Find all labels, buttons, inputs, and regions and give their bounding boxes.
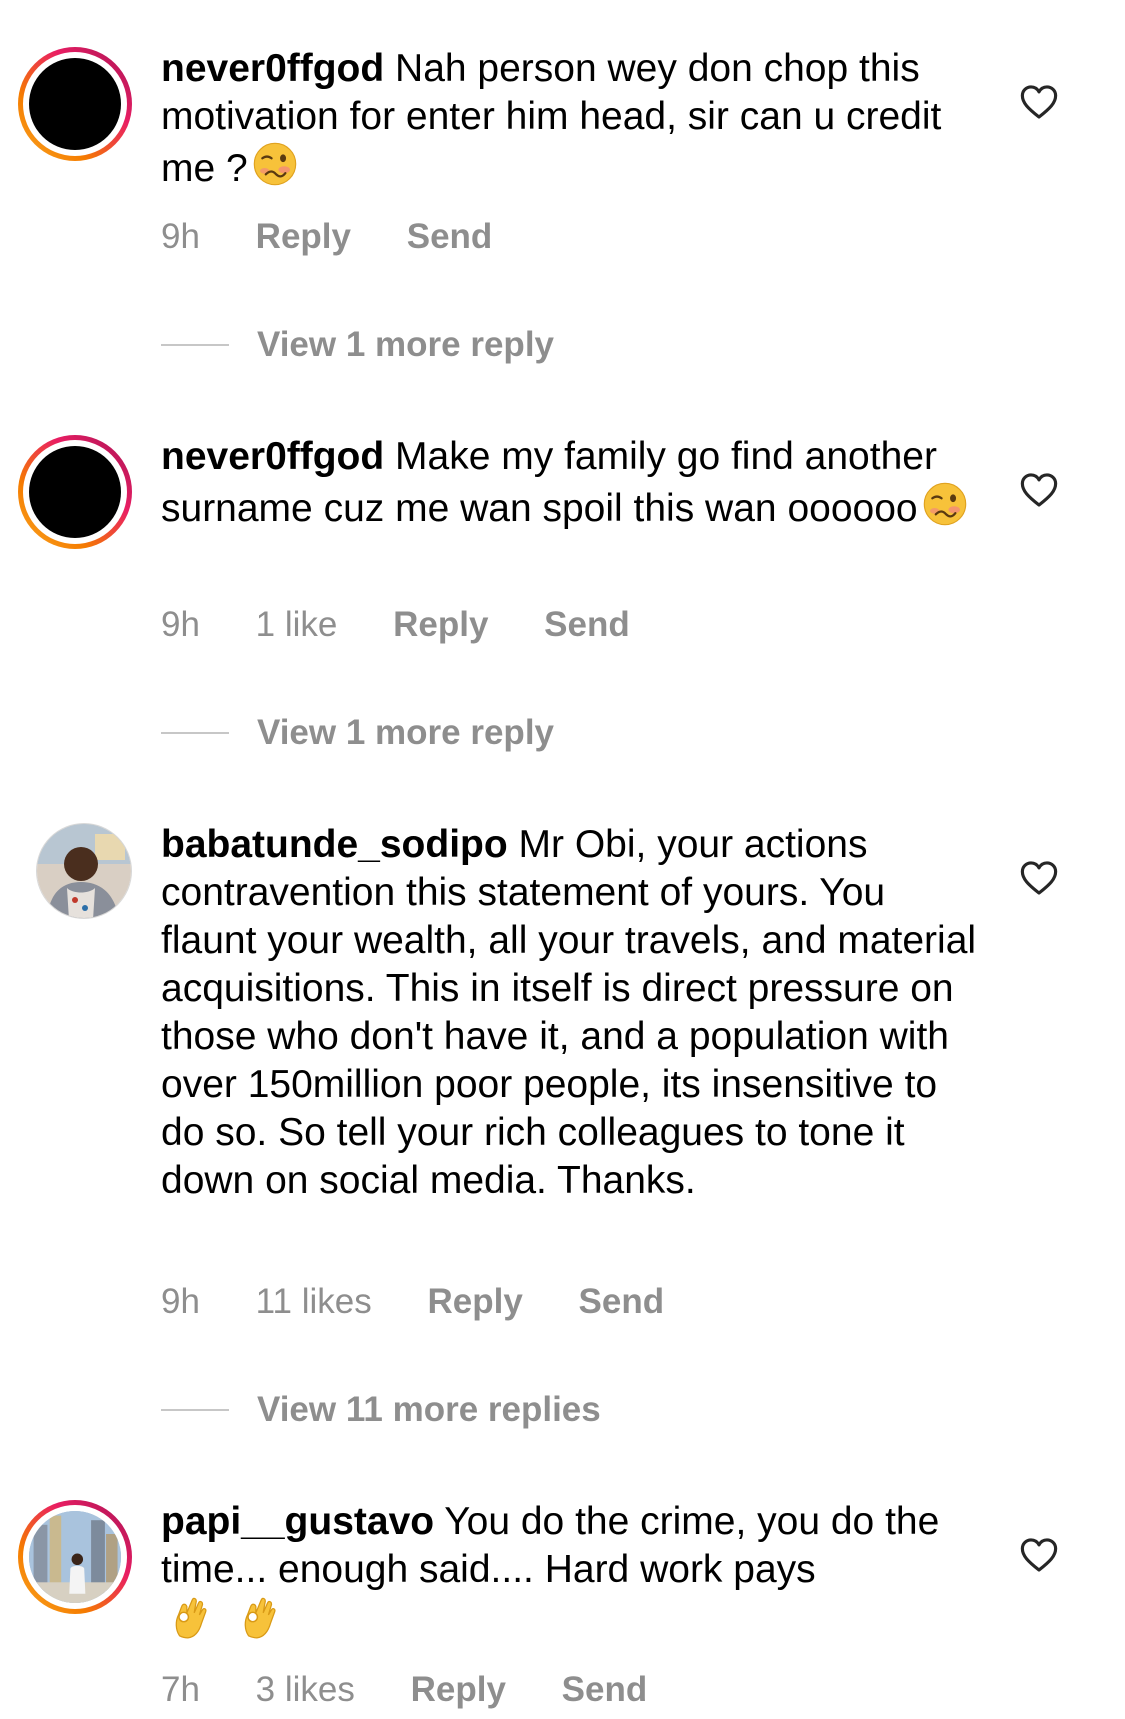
avatar-ring-gap (23, 440, 127, 544)
avatar[interactable] (18, 435, 132, 549)
comment-likes[interactable]: 11 likes (256, 1282, 372, 1321)
view-more-divider (161, 732, 229, 734)
comment-likes[interactable]: 1 like (256, 605, 338, 644)
woozy-face-emoji-icon (252, 141, 298, 187)
view-more-replies[interactable]: View 1 more reply (161, 711, 554, 755)
comment-text: never0ffgod Nah person wey don chop this… (161, 45, 991, 193)
send-button[interactable]: Send (579, 1282, 665, 1321)
woozy-face-emoji-icon (922, 481, 968, 527)
comment-meta: 7h 3 likes Reply Send (161, 1670, 693, 1710)
avatar-ring-gap (23, 1505, 127, 1609)
reply-button[interactable]: Reply (411, 1670, 506, 1709)
view-more-replies[interactable]: View 1 more reply (161, 323, 554, 367)
ok-hand-emoji-icon (236, 1594, 282, 1640)
avatar-photo (29, 1511, 121, 1603)
send-button[interactable]: Send (562, 1670, 648, 1709)
comment-time: 9h (161, 217, 200, 256)
view-more-label[interactable]: View 1 more reply (257, 325, 554, 365)
comment-meta: 9h Reply Send (161, 217, 538, 257)
like-heart-icon[interactable] (1020, 84, 1058, 120)
comment-text: never0ffgod Make my family go find anoth… (161, 433, 991, 533)
view-more-divider (161, 1409, 229, 1411)
avatar-image (29, 58, 121, 150)
comment-meta: 9h 1 like Reply Send (161, 605, 676, 645)
comment-text: papi__gustavo You do the crime, you do t… (161, 1498, 991, 1646)
comment-time: 7h (161, 1670, 200, 1709)
send-button[interactable]: Send (407, 217, 493, 256)
reply-button[interactable]: Reply (256, 217, 351, 256)
avatar-image (29, 1511, 121, 1603)
reply-button[interactable]: Reply (393, 605, 488, 644)
view-more-replies[interactable]: View 11 more replies (161, 1388, 601, 1432)
avatar[interactable] (18, 47, 132, 161)
comment-username[interactable]: never0ffgod (161, 435, 384, 478)
comment-time: 9h (161, 1282, 200, 1321)
avatar-photo (37, 824, 131, 918)
avatar[interactable] (18, 1500, 132, 1614)
view-more-divider (161, 344, 229, 346)
ok-hand-emoji-icon (167, 1594, 213, 1640)
avatar-image (29, 446, 121, 538)
like-heart-icon[interactable] (1020, 472, 1058, 508)
avatar[interactable] (36, 823, 132, 919)
view-more-label[interactable]: View 11 more replies (257, 1390, 601, 1430)
avatar-ring-gap (23, 52, 127, 156)
view-more-label[interactable]: View 1 more reply (257, 713, 554, 753)
comment-time: 9h (161, 605, 200, 644)
like-heart-icon[interactable] (1020, 1537, 1058, 1573)
reply-button[interactable]: Reply (427, 1282, 522, 1321)
comment-username[interactable]: babatunde_sodipo (161, 823, 508, 866)
like-heart-icon[interactable] (1020, 860, 1058, 896)
comment-body: Mr Obi, your actions contravention this … (161, 823, 977, 1202)
comment-username[interactable]: papi__gustavo (161, 1500, 434, 1543)
send-button[interactable]: Send (544, 605, 630, 644)
comment-text: babatunde_sodipo Mr Obi, your actions co… (161, 821, 991, 1205)
comment-meta: 9h 11 likes Reply Send (161, 1282, 710, 1322)
comment-likes[interactable]: 3 likes (256, 1670, 355, 1709)
comment-username[interactable]: never0ffgod (161, 47, 384, 90)
